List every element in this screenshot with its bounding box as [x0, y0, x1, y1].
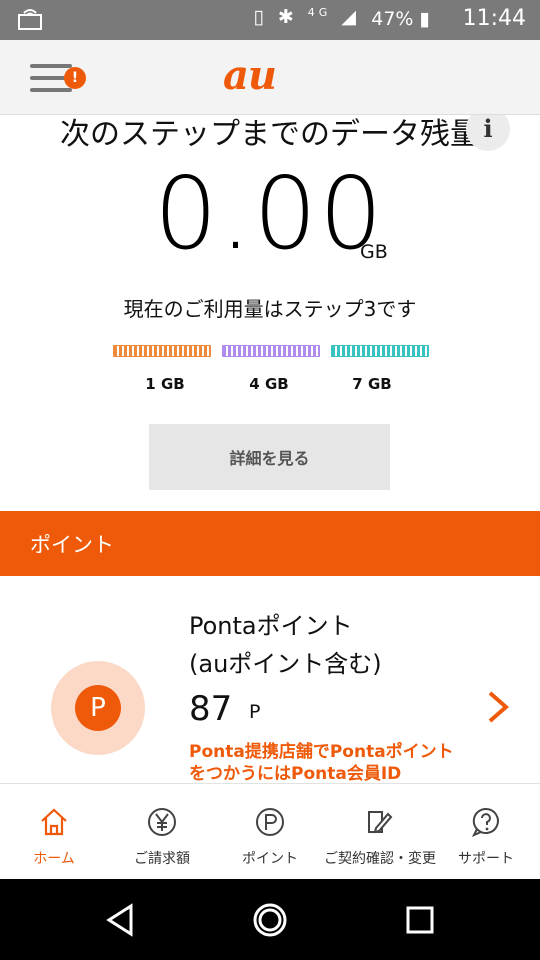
- step-meter-2: [222, 345, 320, 357]
- network-type: 4G: [307, 6, 332, 19]
- tab-points[interactable]: ポイント: [216, 784, 324, 880]
- signal-icon: ◢: [341, 6, 360, 28]
- tab-label: ご請求額: [134, 851, 190, 867]
- info-icon[interactable]: i: [466, 115, 510, 151]
- data-remaining-value: 0.00: [154, 155, 385, 272]
- nfc-icon: ▯: [253, 6, 268, 28]
- system-navigation-bar: [0, 879, 540, 960]
- data-remaining-unit: GB: [360, 241, 388, 263]
- status-icons: ▯ ✱ 4G ◢: [253, 6, 360, 28]
- au-logo: au: [223, 52, 277, 99]
- tab-contract[interactable]: ご契約確認・変更: [324, 784, 436, 880]
- step-label-1: 1 GB: [145, 375, 185, 393]
- tab-label: サポート: [458, 851, 514, 867]
- status-bar: ▯ ✱ 4G ◢ 47% ▮ 11:44: [0, 0, 540, 40]
- battery-level: 47% ▮: [371, 8, 430, 30]
- chevron-right-icon[interactable]: [480, 685, 520, 729]
- points-section-header: ポイント: [0, 511, 540, 576]
- bluetooth-icon: ✱: [277, 6, 298, 28]
- tab-home[interactable]: ホーム: [0, 784, 108, 880]
- home-icon: [41, 808, 67, 836]
- current-step-text: 現在のご利用量はステップ3です: [123, 297, 417, 321]
- yen-icon: [148, 808, 176, 836]
- menu-bar-line: [30, 88, 72, 92]
- points-title-line1: Pontaポイント: [189, 612, 353, 640]
- point-icon: [256, 808, 284, 836]
- points-title: Pontaポイント (auポイント含む): [189, 607, 382, 683]
- points-unit: P: [249, 701, 261, 723]
- point-p-icon: P: [75, 685, 121, 731]
- hamburger-menu-icon[interactable]: !: [30, 60, 86, 100]
- help-icon: [471, 807, 499, 837]
- battery-percent: 47%: [371, 8, 414, 30]
- tab-label: ご契約確認・変更: [324, 851, 436, 867]
- step-label-2: 4 GB: [249, 375, 289, 393]
- data-remaining-title: 次のステップまでのデータ残量: [60, 117, 480, 152]
- tab-label: ポイント: [242, 851, 298, 867]
- screen-cast-icon: [18, 8, 44, 34]
- points-value: 87: [189, 689, 233, 729]
- points-section-title: ポイント: [30, 533, 114, 557]
- clock: 11:44: [462, 6, 526, 31]
- step-meter-3: [331, 345, 429, 357]
- home-circle-icon[interactable]: [251, 901, 289, 939]
- bottom-tab-bar: ホーム ご請求額 ポイント ご契約確認・変更 サポート: [0, 783, 540, 880]
- tab-label: ホーム: [33, 851, 75, 867]
- ponta-member-note[interactable]: Ponta提携店舗でPontaポイントをつかうにはPonta会員ID: [189, 741, 459, 783]
- recent-apps-icon[interactable]: [404, 904, 436, 936]
- ponta-point-icon: P: [51, 661, 145, 755]
- view-details-button[interactable]: 詳細を見る: [149, 424, 390, 490]
- step-label-3: 7 GB: [352, 375, 392, 393]
- contract-edit-icon: [368, 811, 393, 834]
- menu-bar-line: [30, 64, 72, 68]
- tab-billing[interactable]: ご請求額: [108, 784, 216, 880]
- points-title-line2: (auポイント含む): [189, 650, 382, 678]
- step-meter-1: [113, 345, 211, 357]
- main-content[interactable]: 次のステップまでのデータ残量 i 0.00 GB 現在のご利用量はステップ3です…: [0, 115, 540, 783]
- tab-support[interactable]: サポート: [432, 784, 540, 880]
- back-icon[interactable]: [104, 903, 136, 937]
- app-header: ! au: [0, 40, 540, 115]
- battery-icon: ▮: [419, 8, 430, 30]
- notification-badge: !: [64, 67, 86, 89]
